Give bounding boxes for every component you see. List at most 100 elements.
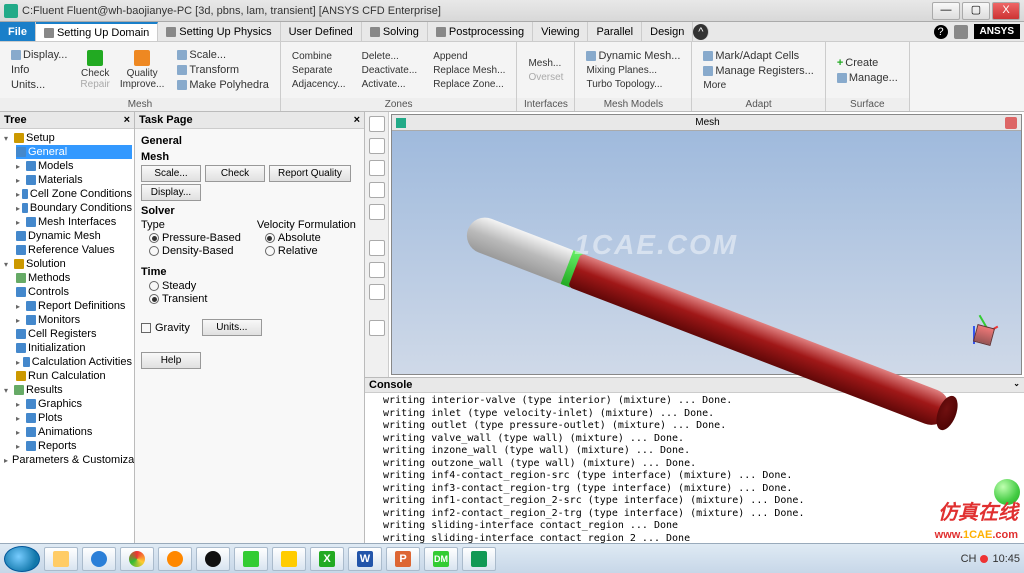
window-minimize-button[interactable]: — [932,2,960,20]
task-close-button[interactable]: × [354,114,360,126]
tree-models[interactable]: Models [16,159,132,173]
box-zoom-tool[interactable] [369,182,385,198]
taskbar-ie[interactable] [82,547,116,571]
replace-zone-button[interactable]: Replace Zone... [430,78,508,91]
graphics-viewport[interactable]: Mesh 1CAE.COM [391,114,1022,375]
scale-mesh-button[interactable]: Scale... [141,165,201,182]
tree-mesh-interfaces[interactable]: Mesh Interfaces [16,215,132,229]
gravity-checkbox[interactable] [141,323,151,333]
tree-methods[interactable]: Methods [16,271,132,285]
create-surface-button[interactable]: +Create [834,56,901,70]
check-button[interactable]: CheckRepair [76,44,113,96]
viewport-tab-label[interactable]: Mesh [410,117,1005,128]
viewport-close-button[interactable] [1005,117,1017,129]
tab-setting-up-domain[interactable]: Setting Up Domain [36,22,158,41]
tab-solving[interactable]: Solving [362,22,428,41]
more-adapt-button[interactable]: More [700,79,816,92]
taskbar-excel[interactable]: X [310,547,344,571]
rotate-tool[interactable] [369,116,385,132]
absolute-radio[interactable]: Absolute [265,232,356,244]
density-based-radio[interactable]: Density-Based [149,245,241,257]
delete-button[interactable]: Delete... [359,50,421,63]
taskbar-app1[interactable] [272,547,306,571]
tree-animations[interactable]: Animations [16,425,132,439]
tree-initialization[interactable]: Initialization [16,341,132,355]
tree-results[interactable]: Results [4,383,132,397]
tree-reports[interactable]: Reports [16,439,132,453]
make-polyhedra-button[interactable]: Make Polyhedra [174,78,272,92]
tree-close-button[interactable]: × [124,114,130,126]
tree-cell-zone-conditions[interactable]: Cell Zone Conditions [16,187,132,201]
manage-surface-button[interactable]: Manage... [834,71,901,85]
tree-reference-values[interactable]: Reference Values [16,243,132,257]
tab-viewing[interactable]: Viewing [533,22,588,41]
tree-run-calculation[interactable]: Run Calculation [16,369,132,383]
transform-button[interactable]: Transform [174,63,272,77]
tree-monitors[interactable]: Monitors [16,313,132,327]
copy-view-tool[interactable] [369,320,385,336]
tree-parameters[interactable]: Parameters & Customiza [4,453,132,467]
tree-setup[interactable]: Setup [4,131,132,145]
steady-radio[interactable]: Steady [149,280,358,292]
mixing-planes-button[interactable]: Mixing Planes... [583,64,683,77]
tab-design[interactable]: Design [642,22,693,41]
display-mesh-button[interactable]: Display... [141,184,201,201]
quality-button[interactable]: QualityImprove... [116,44,168,96]
tab-user-defined[interactable]: User Defined [281,22,362,41]
manage-registers-button[interactable]: Manage Registers... [700,64,816,78]
tree-calc-activities[interactable]: Calculation Activities [16,355,132,369]
check-mesh-button[interactable]: Check [205,165,265,182]
taskbar-word[interactable]: W [348,547,382,571]
tree-solution[interactable]: Solution [4,257,132,271]
file-menu[interactable]: File [0,22,36,41]
system-tray[interactable]: CH 10:45 [961,553,1020,565]
separate-button[interactable]: Separate [289,64,349,77]
dynamic-mesh-button[interactable]: Dynamic Mesh... [583,49,683,63]
replace-mesh-button[interactable]: Replace Mesh... [430,64,508,77]
taskbar-dm[interactable]: DM [424,547,458,571]
probe-tool[interactable] [369,204,385,220]
tree-plots[interactable]: Plots [16,411,132,425]
info-button[interactable]: Info [8,63,70,77]
transient-radio[interactable]: Transient [149,293,358,305]
scale-button[interactable]: Scale... [174,48,272,62]
tab-setting-up-physics[interactable]: Setting Up Physics [158,22,280,41]
taskbar-fluent[interactable] [462,547,496,571]
zoom-out-tool[interactable] [369,284,385,300]
help-button[interactable]: Help [141,352,201,369]
outline-tree[interactable]: Setup General Models Materials Cell Zone… [0,129,134,543]
help-icon[interactable]: ? [934,25,948,39]
mesh-interfaces-button[interactable]: Mesh... [525,57,566,70]
axis-triad[interactable] [965,314,1005,354]
ime-indicator[interactable]: CH [961,553,977,565]
tree-controls[interactable]: Controls [16,285,132,299]
units-button-task[interactable]: Units... [202,319,262,336]
taskbar-chrome[interactable] [120,547,154,571]
pan-tool[interactable] [369,138,385,154]
report-quality-button[interactable]: Report Quality [269,165,351,182]
relative-radio[interactable]: Relative [265,245,356,257]
combine-button[interactable]: Combine [289,50,349,63]
zoom-in-tool[interactable] [369,262,385,278]
start-button[interactable] [4,546,40,572]
tree-materials[interactable]: Materials [16,173,132,187]
tree-report-definitions[interactable]: Report Definitions [16,299,132,313]
tree-boundary-conditions[interactable]: Boundary Conditions [16,201,132,215]
turbo-topology-button[interactable]: Turbo Topology... [583,78,683,91]
tab-parallel[interactable]: Parallel [588,22,642,41]
taskbar-qq[interactable] [196,547,230,571]
units-button[interactable]: Units... [8,78,70,92]
pressure-based-radio[interactable]: Pressure-Based [149,232,241,244]
tree-cell-registers[interactable]: Cell Registers [16,327,132,341]
adjacency-button[interactable]: Adjacency... [289,78,349,91]
taskbar-ppt[interactable]: P [386,547,420,571]
window-close-button[interactable]: X [992,2,1020,20]
tray-icon[interactable] [980,555,988,563]
tree-graphics[interactable]: Graphics [16,397,132,411]
tree-general[interactable]: General [16,145,132,159]
tab-postprocessing[interactable]: Postprocessing [428,22,533,41]
taskbar-media[interactable] [158,547,192,571]
display-button[interactable]: Display... [8,48,70,62]
collapse-ribbon-button[interactable]: ^ [693,24,709,40]
clock[interactable]: 10:45 [992,553,1020,565]
